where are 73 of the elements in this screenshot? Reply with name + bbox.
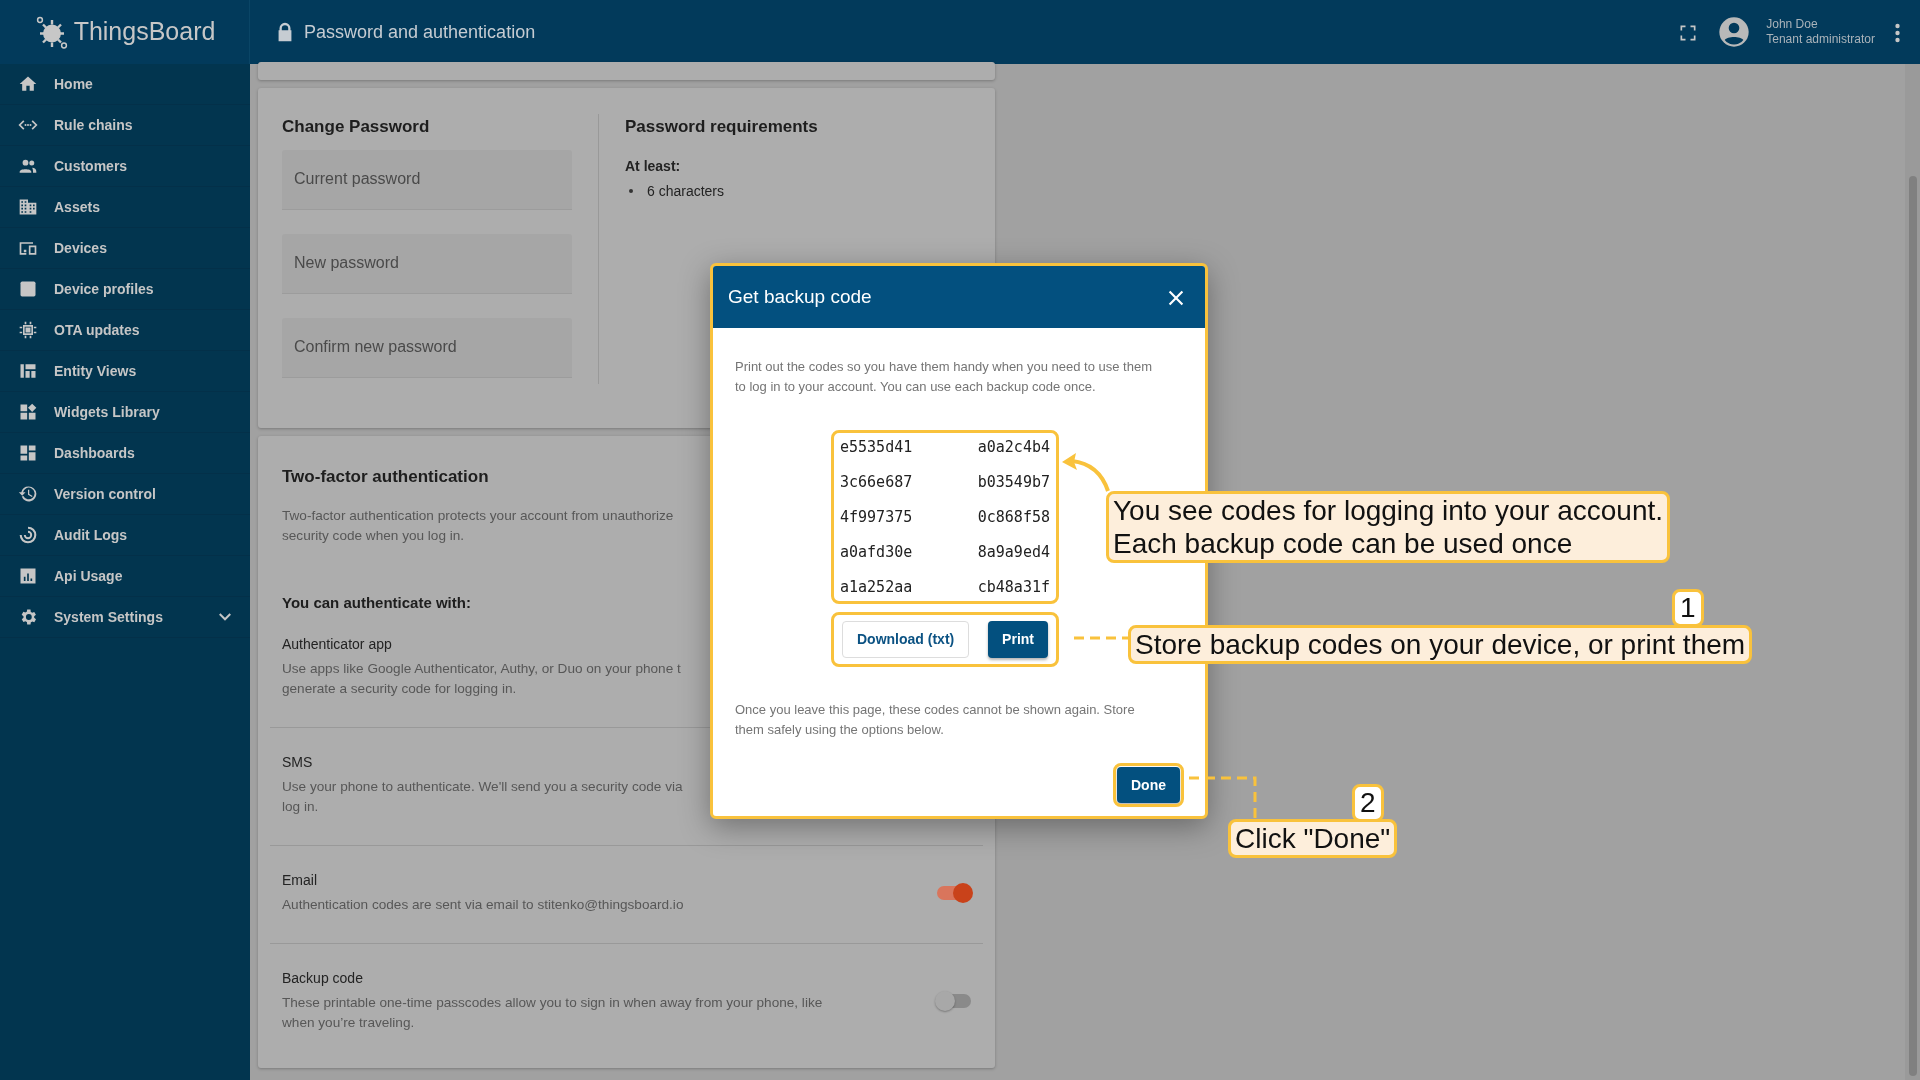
requirements-heading: At least: [625,156,681,176]
sidebar-item[interactable]: Dashboards [0,433,250,474]
callout-text: You see codes for logging into your account. Each backup code can be used once [1106,491,1670,563]
user-name: John Doe [1766,17,1819,32]
backup-code: a0afd30e [840,542,914,563]
widgets-icon [18,402,38,422]
password-field[interactable]: Current password [282,149,572,210]
password-field[interactable]: New password [282,233,572,294]
sidebar-item[interactable]: Device profiles [0,269,250,310]
bullet-icon [629,189,633,193]
home-icon [18,74,38,94]
section-subtitle: You can authenticate with: [282,592,471,613]
method-name: SMS [282,753,313,772]
grid-icon [18,361,38,381]
square-icon [18,279,38,299]
dialog-title: Get backup code [728,284,872,309]
backup-code: 8a9a9ed4 [977,542,1050,563]
method-description: Use your phone to authenticate. We'll send you a security code via log in. [282,778,683,816]
sidebar-item[interactable]: Version control [0,474,250,515]
sidebar-item[interactable]: Assets [0,187,250,228]
method-description: These printable one-time passcodes allow you to sign in when away from your phone, like when you’re traveling. [282,994,823,1032]
method-description: Use apps like Google Authenticator, Authy, or Duo on your phone t generate a security code for logging in. [282,660,681,698]
sidebar-item[interactable]: System Settings [0,597,250,638]
sidebar-item[interactable]: Devices [0,228,250,269]
target-icon [18,525,38,545]
dialog-text: Once you leave this page, these codes cannot be shown again. Store them safely using the options below. [735,701,1136,739]
sidebar-item[interactable]: Audit Logs [0,515,250,556]
sidebar-item[interactable]: Api Usage [0,556,250,597]
sidebar-item[interactable]: OTA updates [0,310,250,351]
method-name: Backup code [282,969,363,988]
backup-code: a1a252aa [840,577,914,598]
backup-code: 4f997375 [840,507,914,528]
requirement-item: 6 characters [647,181,725,201]
logo-text: ThingsBoard [73,16,216,48]
dialog-text: Print out the codes so you have them handy when you need to use them to log in to your account. You can use each backup code once. [735,358,1153,396]
step-number: 2 [1352,784,1384,822]
method-name: Email [282,871,317,890]
more-icon [1895,22,1900,43]
page-title: Password and authentication [304,20,536,44]
method-description: Authentication codes are sent via email to stitenko@thingsboard.io [282,896,684,914]
callout-text: Store backup codes on your device, or print them [1128,625,1753,664]
section-description: Two-factor authentication protects your account from unauthorize security code when you log in. [282,506,674,545]
dashboard-icon [18,443,38,463]
history-icon [18,484,38,504]
backup-code: a0a2c4b4 [977,437,1050,458]
sidebar-item[interactable]: Customers [0,146,250,187]
user-role: Tenant administrator [1766,32,1875,47]
print-button[interactable]: Print [988,621,1048,658]
callout-text: Click "Done" [1228,819,1398,858]
leader-line [1074,636,1130,640]
building-icon [18,197,38,217]
method-name: Authenticator app [282,635,392,654]
section-title: Two-factor authentication [282,466,489,488]
backup-code: e5535d41 [840,437,914,458]
bar-chart-icon [18,566,38,586]
scrollbar[interactable] [1905,64,1920,1080]
section-title: Change Password [282,116,430,138]
backup-code: 3c66e687 [840,472,914,493]
backup-code: cb48a31f [977,577,1050,598]
sidebar-item[interactable]: Home [0,64,250,105]
step-number: 1 [1672,589,1704,627]
toggle-switch[interactable] [937,885,971,900]
sidebar-item[interactable]: Entity Views [0,351,250,392]
password-field[interactable]: Confirm new password [282,317,572,378]
section-title: Password requirements [625,116,818,138]
toggle-switch[interactable] [937,993,971,1008]
sidebar-item[interactable]: Rule chains [0,105,250,146]
backup-code: b03549b7 [977,472,1050,493]
sidebar-item[interactable]: Widgets Library [0,392,250,433]
backup-code: 0c868f58 [977,507,1050,528]
chip-icon [18,320,38,340]
download-button[interactable]: Download (txt) [842,621,970,658]
avatar-icon [1718,16,1751,48]
